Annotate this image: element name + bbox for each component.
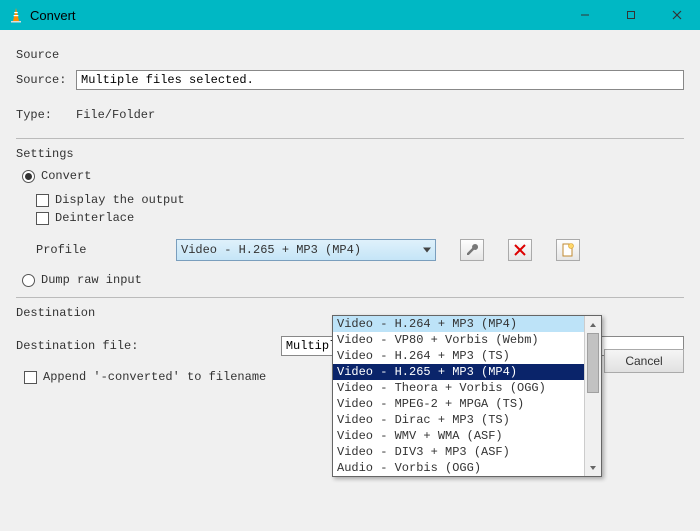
dialog-body: Source Source: Type: File/Folder Setting… bbox=[0, 30, 700, 384]
type-value: File/Folder bbox=[76, 108, 155, 122]
separator-2 bbox=[16, 297, 684, 298]
display-output-label: Display the output bbox=[55, 193, 185, 207]
profile-selected-text: Video - H.265 + MP3 (MP4) bbox=[181, 243, 361, 257]
scroll-down-icon[interactable] bbox=[585, 459, 601, 476]
profile-label: Profile bbox=[36, 243, 156, 257]
dump-raw-label: Dump raw input bbox=[41, 273, 142, 287]
edit-profile-button[interactable] bbox=[460, 239, 484, 261]
vlc-cone-icon bbox=[8, 7, 24, 23]
cancel-button[interactable]: Cancel bbox=[604, 349, 684, 373]
profile-option[interactable]: Video - DIV3 + MP3 (ASF) bbox=[333, 444, 584, 460]
close-button[interactable] bbox=[654, 0, 700, 30]
display-output-checkbox[interactable] bbox=[36, 194, 49, 207]
profile-option[interactable]: Video - H.264 + MP3 (MP4) bbox=[333, 316, 584, 332]
scroll-thumb[interactable] bbox=[587, 333, 599, 393]
profile-dropdown-list[interactable]: Video - H.264 + MP3 (MP4) Video - VP80 +… bbox=[332, 315, 602, 477]
type-label: Type: bbox=[16, 108, 76, 122]
profile-option[interactable]: Video - Theora + Vorbis (OGG) bbox=[333, 380, 584, 396]
settings-group-label: Settings bbox=[16, 147, 684, 161]
delete-x-icon bbox=[514, 244, 526, 256]
minimize-button[interactable] bbox=[562, 0, 608, 30]
convert-radio[interactable] bbox=[22, 170, 35, 183]
profile-option[interactable]: Video - H.264 + MP3 (TS) bbox=[333, 348, 584, 364]
deinterlace-label: Deinterlace bbox=[55, 211, 134, 225]
maximize-button[interactable] bbox=[608, 0, 654, 30]
profile-option[interactable]: Video - VP80 + Vorbis (Webm) bbox=[333, 332, 584, 348]
profile-option[interactable]: Audio - Vorbis (OGG) bbox=[333, 460, 584, 476]
source-label: Source: bbox=[16, 73, 76, 87]
scroll-up-icon[interactable] bbox=[585, 316, 601, 333]
profile-option[interactable]: Video - Dirac + MP3 (TS) bbox=[333, 412, 584, 428]
deinterlace-checkbox[interactable] bbox=[36, 212, 49, 225]
new-profile-button[interactable] bbox=[556, 239, 580, 261]
dump-raw-radio[interactable] bbox=[22, 274, 35, 287]
title-bar: Convert bbox=[0, 0, 700, 30]
dropdown-scrollbar[interactable] bbox=[584, 316, 601, 476]
profile-option[interactable]: Video - H.265 + MP3 (MP4) bbox=[333, 364, 584, 380]
delete-profile-button[interactable] bbox=[508, 239, 532, 261]
profile-combo[interactable]: Video - H.265 + MP3 (MP4) bbox=[176, 239, 436, 261]
source-group-label: Source bbox=[16, 48, 684, 62]
profile-option[interactable]: Video - WMV + WMA (ASF) bbox=[333, 428, 584, 444]
wrench-icon bbox=[465, 243, 479, 257]
new-file-icon bbox=[561, 243, 575, 257]
separator-1 bbox=[16, 138, 684, 139]
window-title: Convert bbox=[30, 8, 562, 23]
source-input[interactable] bbox=[76, 70, 684, 90]
profile-option[interactable]: Video - MPEG-2 + MPGA (TS) bbox=[333, 396, 584, 412]
convert-radio-label: Convert bbox=[41, 169, 91, 183]
chevron-down-icon bbox=[423, 248, 431, 253]
